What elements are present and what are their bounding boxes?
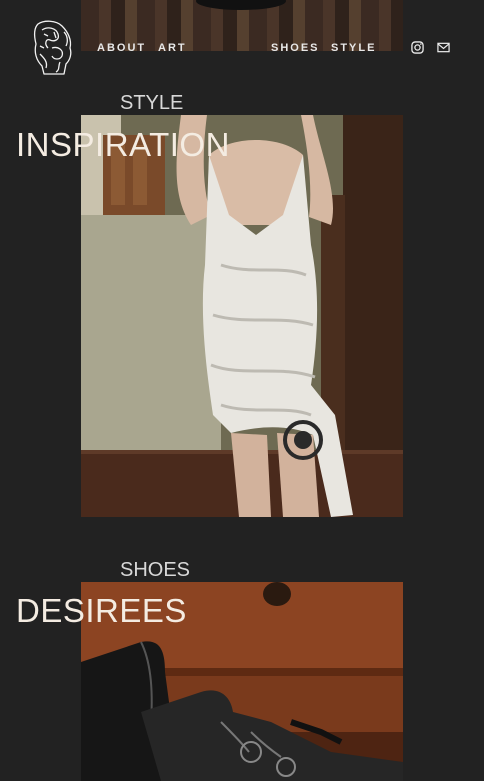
site-logo[interactable] (30, 18, 76, 78)
post-category-shoes[interactable]: SHOES (120, 559, 190, 582)
dress-photo (81, 115, 403, 517)
post-category-style[interactable]: STYLE (120, 92, 183, 115)
mail-icon[interactable] (437, 41, 451, 55)
logo-head-icon (34, 20, 72, 75)
post-image-inspiration[interactable] (81, 115, 403, 517)
instagram-icon[interactable] (411, 41, 425, 55)
post-title-inspiration[interactable]: INSPIRATION (16, 126, 230, 164)
post-title-desirees[interactable]: DESIREES (16, 592, 187, 630)
nav-shoes-link[interactable]: SHOES (271, 42, 320, 54)
image-shadow (196, 0, 286, 10)
nav-style-link[interactable]: STYLE (331, 42, 376, 54)
nav-about-link[interactable]: ABOUT (97, 42, 146, 54)
nav-art-link[interactable]: ART (158, 42, 187, 54)
